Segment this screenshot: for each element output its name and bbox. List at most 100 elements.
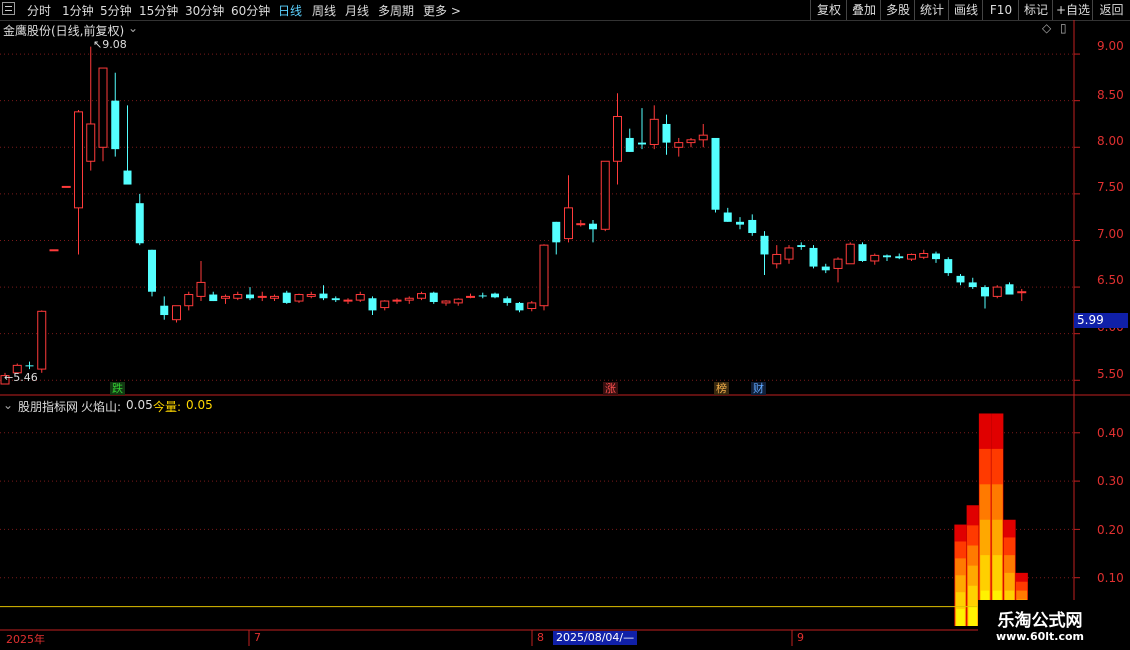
candle-body-down xyxy=(478,295,487,297)
candle-body-down xyxy=(858,244,867,261)
indicator-y-tick: 0.30 xyxy=(1097,474,1124,488)
indicator-line1-value: 0.05 xyxy=(126,398,153,412)
tab-1min[interactable]: 1分钟 xyxy=(62,2,94,19)
tab-more[interactable]: 更多 > xyxy=(423,2,461,19)
candle-body-up xyxy=(992,286,1002,297)
candle-body-down xyxy=(503,298,512,303)
indicator-name: 股朋指标网 xyxy=(18,400,79,414)
indicator-y-tick: 0.40 xyxy=(1097,426,1124,440)
menu-icon[interactable] xyxy=(2,2,15,15)
candle-body-up xyxy=(257,295,267,298)
diamond-icon[interactable]: ◇ xyxy=(1042,21,1051,35)
mark-button[interactable]: 标记 xyxy=(1018,0,1053,20)
tab-30min[interactable]: 30分钟 xyxy=(185,2,224,19)
candle-body-up xyxy=(380,300,390,309)
candle-body-down xyxy=(821,266,830,271)
candle-body-up xyxy=(74,111,83,209)
candle-body-down xyxy=(748,219,757,234)
indicator-y-tick: 0.20 xyxy=(1097,523,1124,537)
candle-body-up xyxy=(172,305,181,321)
candle-body-up xyxy=(98,67,108,148)
candle-body-down xyxy=(209,294,218,302)
candle-body-up xyxy=(270,295,279,299)
event-tag-rank[interactable]: 榜 xyxy=(714,382,729,395)
low-price-value: 5.46 xyxy=(13,371,38,384)
candle-body-down xyxy=(625,137,634,152)
flame-bar xyxy=(956,609,965,626)
candle-body-up xyxy=(600,160,610,230)
candle-body-up xyxy=(466,295,475,298)
candle-body-down xyxy=(25,365,34,367)
candle-body-up xyxy=(686,139,696,144)
cursor-date-box: 2025/08/04/— xyxy=(553,631,638,645)
candle-body-down xyxy=(552,221,561,243)
candle-body-up xyxy=(845,243,855,265)
back-button[interactable]: 返回 xyxy=(1092,0,1130,20)
tab-daily[interactable]: 日线 xyxy=(278,2,302,19)
y-tick: 8.50 xyxy=(1097,88,1124,102)
panel-icon[interactable]: ▯ xyxy=(1060,21,1067,35)
candle-body-down xyxy=(589,223,597,230)
candle-body-down xyxy=(319,293,328,299)
candle-body-down xyxy=(429,292,438,302)
candle-body-down xyxy=(723,212,732,222)
candle-body-down xyxy=(956,275,965,283)
stock-title: 金鹰股份(日线,前复权) xyxy=(3,24,125,38)
candle-body-up xyxy=(294,294,304,302)
indicator-dropdown-icon[interactable]: ⌄ xyxy=(3,398,13,412)
candle-body-down xyxy=(111,100,120,150)
event-tag-rise[interactable]: 涨 xyxy=(603,382,618,395)
candle-body-down xyxy=(135,203,144,244)
candle-body-up xyxy=(919,253,929,258)
candle-body-up xyxy=(49,249,59,252)
candle-body-up xyxy=(196,281,206,297)
restore-rights-button[interactable]: 复权 xyxy=(810,0,847,20)
candle-body-up xyxy=(184,294,194,307)
candle-body-down xyxy=(711,137,720,210)
add-favorite-button[interactable]: +自选 xyxy=(1052,0,1093,20)
candle-body-up xyxy=(527,302,537,310)
candle-body-up xyxy=(1017,291,1027,294)
candle-body-down xyxy=(797,245,806,247)
candle-body-down xyxy=(246,294,254,299)
overlay-button[interactable]: 叠加 xyxy=(846,0,881,20)
multi-stock-button[interactable]: 多股 xyxy=(880,0,915,20)
candle-body-down xyxy=(932,253,940,260)
y-tick: 9.00 xyxy=(1097,39,1124,53)
draw-line-button[interactable]: 画线 xyxy=(948,0,983,20)
indicator-line2-value: 0.05 xyxy=(186,398,213,412)
y-tick: 7.00 xyxy=(1097,227,1124,241)
candle-body-up xyxy=(392,299,402,302)
candle-body-up xyxy=(86,123,96,162)
y-tick: 6.50 xyxy=(1097,273,1124,287)
tab-timeshare[interactable]: 分时 xyxy=(27,2,51,19)
current-price-box: 5.99 xyxy=(1074,313,1128,328)
tab-multi-period[interactable]: 多周期 xyxy=(378,2,414,19)
title-dropdown-icon[interactable]: ⌄ xyxy=(128,21,138,35)
tab-5min[interactable]: 5分钟 xyxy=(100,2,132,19)
kline-chart[interactable] xyxy=(0,20,1130,650)
candle-body-down xyxy=(160,305,169,316)
candle-body-down xyxy=(368,298,377,311)
candle-body-down xyxy=(515,302,524,311)
candle-body-up xyxy=(306,294,316,297)
event-tag-drop[interactable]: 跌 xyxy=(110,382,125,395)
low-price-label: ←5.46 xyxy=(4,371,38,384)
candle-body-up xyxy=(649,118,659,145)
tab-60min[interactable]: 60分钟 xyxy=(231,2,270,19)
statistics-button[interactable]: 统计 xyxy=(914,0,949,20)
candle-body-up xyxy=(613,116,622,162)
tab-weekly[interactable]: 周线 xyxy=(312,2,336,19)
candle-body-down xyxy=(123,170,132,185)
event-tag-finance[interactable]: 财 xyxy=(751,382,766,395)
tab-monthly[interactable]: 月线 xyxy=(345,2,369,19)
y-tick: 8.00 xyxy=(1097,134,1124,148)
candle-body-up xyxy=(539,244,549,307)
f10-button[interactable]: F10 xyxy=(982,0,1019,20)
candle-body-up xyxy=(441,300,451,304)
candle-body-down xyxy=(883,255,891,258)
candle-body-down xyxy=(638,142,646,145)
tab-15min[interactable]: 15分钟 xyxy=(139,2,178,19)
indicator-line1-label: 火焰山: xyxy=(81,400,122,414)
y-tick: 5.50 xyxy=(1097,367,1124,381)
